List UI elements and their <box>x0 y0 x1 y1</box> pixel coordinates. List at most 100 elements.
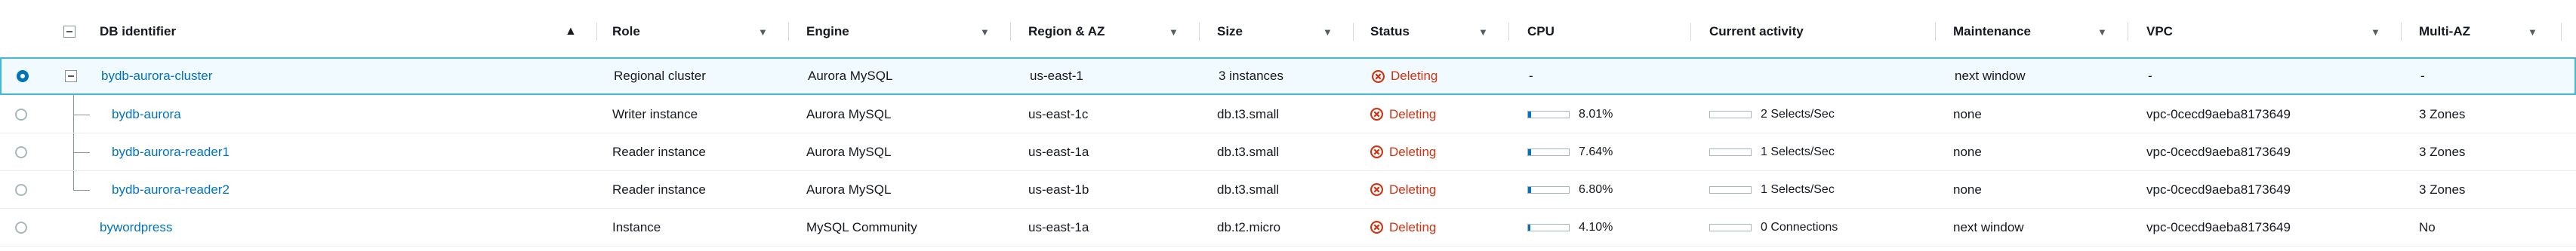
db-identifier-link[interactable]: bydb-aurora-cluster <box>101 59 212 93</box>
db-identifier-link[interactable]: bywordpress <box>100 209 172 246</box>
vpc-cell: vpc-0cecd9aeba8173649 <box>2146 144 2291 159</box>
cpu-value: 7.64% <box>1579 145 1613 158</box>
x-circle-icon <box>1370 145 1383 158</box>
column-divider[interactable] <box>2401 23 2402 41</box>
sort-descending-icon[interactable]: ▼ <box>1169 0 1179 63</box>
status-text: Deleting <box>1389 144 1437 159</box>
cpu-value: 8.01% <box>1579 107 1613 121</box>
maintenance-cell: none <box>1953 182 1982 197</box>
row-select-radio[interactable] <box>15 171 27 208</box>
vpc-cell: - <box>2148 69 2152 83</box>
db-identifier-link[interactable]: bydb-aurora <box>112 96 181 133</box>
sort-descending-icon[interactable]: ▼ <box>758 0 768 63</box>
column-divider[interactable] <box>1690 23 1691 41</box>
engine-cell: MySQL Community <box>806 219 917 234</box>
column-divider[interactable] <box>2561 23 2562 41</box>
header-size[interactable]: Size <box>1217 0 1243 63</box>
engine-cell: Aurora MySQL <box>806 182 892 197</box>
sort-descending-icon[interactable]: ▼ <box>1323 0 1333 63</box>
cpu-bar <box>1527 148 1570 156</box>
sort-descending-icon[interactable]: ▼ <box>2097 0 2107 63</box>
row-select-radio[interactable] <box>15 96 27 133</box>
status-text: Deleting <box>1391 69 1438 83</box>
column-divider[interactable] <box>1199 23 1200 41</box>
header-vpc[interactable]: VPC <box>2146 0 2173 63</box>
column-divider[interactable] <box>1508 23 1509 41</box>
region-cell: us-east-1 <box>1030 69 1083 83</box>
db-identifier-link[interactable]: bydb-aurora-reader2 <box>112 171 230 208</box>
status-cell: Deleting <box>1370 133 1436 170</box>
status-text: Deleting <box>1389 182 1437 197</box>
header-maintenance[interactable]: Maintenance <box>1953 0 2031 63</box>
row-select-radio[interactable] <box>15 209 27 246</box>
cpu-bar <box>1527 185 1570 194</box>
column-divider[interactable] <box>596 23 597 41</box>
sort-ascending-icon[interactable]: ▲ <box>565 0 577 63</box>
role-cell: Reader instance <box>612 182 706 197</box>
sort-descending-icon[interactable]: ▼ <box>1478 0 1488 63</box>
table-row[interactable]: bydb-aurora-reader1 Reader instance Auro… <box>0 133 2576 171</box>
size-cell: db.t2.micro <box>1217 219 1281 234</box>
cpu-cell: 6.80% <box>1527 171 1613 208</box>
header-cpu[interactable]: CPU <box>1527 0 1555 63</box>
header-multi-az[interactable]: Multi-AZ <box>2419 0 2470 63</box>
activity-bar <box>1709 148 1752 156</box>
table-row[interactable]: bydb-aurora Writer instance Aurora MySQL… <box>0 96 2576 133</box>
cpu-bar-fill <box>1528 224 1530 231</box>
activity-value: 1 Selects/Sec <box>1761 145 1835 158</box>
cpu-cell: 8.01% <box>1527 96 1613 133</box>
header-role[interactable]: Role <box>612 0 640 63</box>
multi-az-cell: 3 Zones <box>2419 144 2466 159</box>
table-row[interactable]: bydb-aurora-cluster Regional cluster Aur… <box>0 57 2576 95</box>
x-circle-icon <box>1372 69 1385 83</box>
status-cell: Deleting <box>1372 59 1437 93</box>
header-status[interactable]: Status <box>1370 0 1410 63</box>
engine-cell: Aurora MySQL <box>806 144 892 159</box>
radio-unselected-icon <box>15 145 27 158</box>
maintenance-cell: none <box>1953 144 1982 159</box>
db-identifier-link[interactable]: bydb-aurora-reader1 <box>112 133 230 170</box>
engine-cell: Aurora MySQL <box>806 106 892 121</box>
radio-selected-icon <box>17 70 29 82</box>
activity-cell: 1 Selects/Sec <box>1709 171 1835 208</box>
role-cell: Writer instance <box>612 106 698 121</box>
header-region-az[interactable]: Region & AZ <box>1028 0 1105 63</box>
activity-bar <box>1709 223 1752 231</box>
column-divider[interactable] <box>1353 23 1354 41</box>
maintenance-cell: none <box>1953 106 1982 121</box>
status-text: Deleting <box>1389 106 1437 121</box>
sort-descending-icon[interactable]: ▼ <box>980 0 990 63</box>
cpu-bar-fill <box>1528 111 1532 118</box>
cpu-cell: - <box>1529 69 1533 83</box>
row-select-radio[interactable] <box>17 59 29 93</box>
column-divider[interactable] <box>1010 23 1011 41</box>
cpu-bar <box>1527 223 1570 231</box>
activity-value: 0 Connections <box>1761 220 1838 234</box>
activity-cell: 2 Selects/Sec <box>1709 96 1835 133</box>
table-row[interactable]: bywordpress Instance MySQL Community us-… <box>0 209 2576 246</box>
column-divider[interactable] <box>788 23 789 41</box>
column-divider[interactable] <box>1935 23 1936 41</box>
sort-descending-icon[interactable]: ▼ <box>2371 0 2380 63</box>
collapse-group-toggle[interactable] <box>65 59 77 93</box>
multi-az-cell: 3 Zones <box>2419 182 2466 197</box>
header-engine[interactable]: Engine <box>806 0 849 63</box>
sort-descending-icon[interactable]: ▼ <box>2528 0 2537 63</box>
table-header: DB identifier ▲ Role ▼ Engine ▼ Region &… <box>0 0 2576 63</box>
activity-cell: 1 Selects/Sec <box>1709 133 1835 170</box>
databases-table: DB identifier ▲ Role ▼ Engine ▼ Region &… <box>0 0 2576 251</box>
multi-az-cell: 3 Zones <box>2419 106 2466 121</box>
cpu-cell: 4.10% <box>1527 209 1613 246</box>
size-cell: db.t3.small <box>1217 144 1280 159</box>
header-current-activity[interactable]: Current activity <box>1709 0 1804 63</box>
header-db-identifier[interactable]: DB identifier <box>100 0 176 63</box>
x-circle-icon <box>1370 183 1383 196</box>
radio-unselected-icon <box>15 108 27 121</box>
radio-unselected-icon <box>15 183 27 196</box>
maintenance-cell: next window <box>1955 69 2026 83</box>
row-select-radio[interactable] <box>15 133 27 170</box>
status-cell: Deleting <box>1370 209 1436 246</box>
table-row[interactable]: bydb-aurora-reader2 Reader instance Auro… <box>0 171 2576 209</box>
activity-value: 1 Selects/Sec <box>1761 182 1835 196</box>
expand-all-toggle[interactable] <box>63 0 75 63</box>
